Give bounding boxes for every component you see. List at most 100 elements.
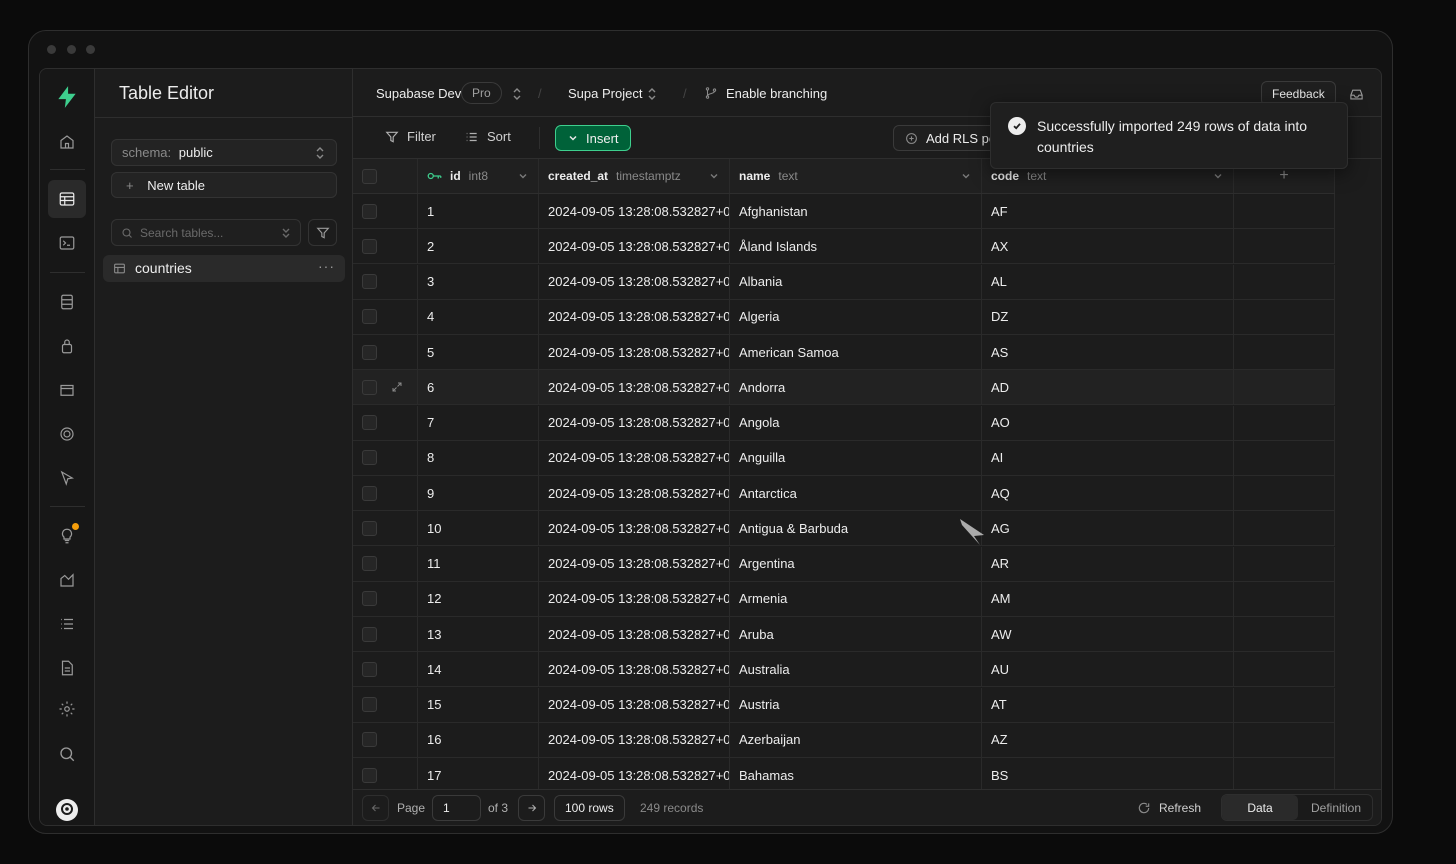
settings-gear-icon[interactable] [48,690,86,728]
sidebar-item-countries[interactable]: countries ··· [103,255,345,282]
cell-code[interactable]: AL [982,264,1234,299]
cell-code[interactable]: AU [982,652,1234,687]
cell-code[interactable]: AZ [982,722,1234,757]
cell-code[interactable]: AM [982,581,1234,616]
table-row[interactable]: 10 2024-09-05 13:28:08.532827+0 Antigua & … [353,511,1335,547]
table-row[interactable]: 3 2024-09-05 13:28:08.532827+0 Albania AL [353,264,1335,300]
chevron-down-icon[interactable] [1213,171,1223,181]
cell-name[interactable]: Albania [730,264,982,299]
cell-code[interactable]: DZ [982,299,1234,334]
storage-icon[interactable] [48,371,86,409]
cell-created-at[interactable]: 2024-09-05 13:28:08.532827+0 [539,335,730,369]
cell-name[interactable]: Armenia [730,581,982,616]
cell-created-at[interactable]: 2024-09-05 13:28:08.532827+0 [539,652,730,687]
table-editor-icon[interactable] [48,180,86,218]
refresh-button[interactable]: Refresh [1137,801,1201,815]
search-icon[interactable] [48,735,86,773]
cell-name[interactable]: Anguilla [730,440,982,475]
cell-code[interactable]: AF [982,194,1234,228]
edge-functions-icon[interactable] [48,459,86,497]
expand-row-icon[interactable] [391,381,403,393]
logs-icon[interactable] [48,605,86,643]
cell-name[interactable]: Angola [730,405,982,440]
cell-created-at[interactable]: 2024-09-05 13:28:08.532827+0 [539,229,730,264]
cell-id[interactable]: 7 [418,405,539,440]
cell-id[interactable]: 5 [418,335,539,369]
cell-name[interactable]: Argentina [730,546,982,581]
cell-id[interactable]: 3 [418,264,539,299]
cell-name[interactable]: Antigua & Barbuda [730,511,982,546]
row-checkbox[interactable] [362,344,377,360]
cell-created-at[interactable]: 2024-09-05 13:28:08.532827+0 [539,299,730,334]
select-all-checkbox[interactable] [362,168,377,184]
cell-name[interactable]: Bahamas [730,758,982,791]
cell-code[interactable]: BS [982,758,1234,791]
table-row[interactable]: 7 2024-09-05 13:28:08.532827+0 Angola AO [353,405,1335,441]
cell-id[interactable]: 9 [418,476,539,510]
inbox-icon[interactable] [1349,87,1364,102]
cell-name[interactable]: Afghanistan [730,194,982,228]
cell-id[interactable]: 13 [418,617,539,651]
cell-id[interactable]: 15 [418,687,539,722]
insert-button[interactable]: Insert [555,125,631,151]
table-row[interactable]: 12 2024-09-05 13:28:08.532827+0 Armenia AM [353,581,1335,617]
sort-button[interactable]: Sort [465,129,511,144]
cell-created-at[interactable]: 2024-09-05 13:28:08.532827+0 [539,722,730,757]
cell-created-at[interactable]: 2024-09-05 13:28:08.532827+0 [539,440,730,475]
advisor-bulb-icon[interactable] [48,517,86,555]
cell-code[interactable]: AX [982,229,1234,264]
column-header-created-at[interactable]: created_at timestamptz [539,159,730,193]
cell-name[interactable]: Austria [730,687,982,722]
cell-name[interactable]: Azerbaijan [730,722,982,757]
cell-created-at[interactable]: 2024-09-05 13:28:08.532827+0 [539,405,730,440]
row-checkbox[interactable] [362,238,377,254]
tab-data[interactable]: Data [1222,795,1298,820]
row-checkbox[interactable] [362,309,377,325]
table-row[interactable]: 16 2024-09-05 13:28:08.532827+0 Azerbaijan… [353,722,1335,758]
table-row[interactable]: 17 2024-09-05 13:28:08.532827+0 Bahamas BS [353,758,1335,791]
cell-code[interactable]: AR [982,546,1234,581]
cell-created-at[interactable]: 2024-09-05 13:28:08.532827+0 [539,511,730,546]
cell-created-at[interactable]: 2024-09-05 13:28:08.532827+0 [539,370,730,405]
cell-id[interactable]: 12 [418,581,539,616]
cell-code[interactable]: AW [982,617,1234,651]
cell-created-at[interactable]: 2024-09-05 13:28:08.532827+0 [539,546,730,581]
table-row[interactable]: 4 2024-09-05 13:28:08.532827+0 Algeria DZ [353,299,1335,335]
cell-id[interactable]: 14 [418,652,539,687]
cell-id[interactable]: 8 [418,440,539,475]
row-checkbox[interactable] [362,626,377,642]
chevron-down-icon[interactable] [518,171,528,181]
cell-name[interactable]: Aruba [730,617,982,651]
cell-code[interactable]: AI [982,440,1234,475]
docs-icon[interactable] [48,649,86,687]
search-tables-input[interactable]: Search tables... [111,219,301,246]
row-checkbox[interactable] [362,450,377,466]
column-header-id[interactable]: id int8 [418,159,539,193]
row-checkbox[interactable] [362,485,377,501]
table-row[interactable]: 8 2024-09-05 13:28:08.532827+0 Anguilla AI [353,440,1335,476]
filter-tables-button[interactable] [308,219,337,246]
cell-code[interactable]: AT [982,687,1234,722]
filter-button[interactable]: Filter [385,129,436,144]
table-row[interactable]: 14 2024-09-05 13:28:08.532827+0 Australia A… [353,652,1335,688]
table-row[interactable]: 11 2024-09-05 13:28:08.532827+0 Argentina A… [353,546,1335,582]
row-checkbox[interactable] [362,697,377,712]
more-options-icon[interactable]: ··· [318,258,335,274]
cell-code[interactable]: AQ [982,476,1234,510]
cell-created-at[interactable]: 2024-09-05 13:28:08.532827+0 [539,264,730,299]
prev-page-button[interactable] [362,795,389,821]
cell-code[interactable]: AD [982,370,1234,405]
cell-id[interactable]: 4 [418,299,539,334]
user-avatar-icon[interactable] [48,791,86,825]
row-checkbox[interactable] [362,274,377,289]
home-icon[interactable] [48,123,86,161]
rows-per-page-button[interactable]: 100 rows [554,795,625,821]
chevron-down-icon[interactable] [709,171,719,181]
chevron-updown-icon[interactable] [646,87,658,101]
row-checkbox[interactable] [362,379,377,395]
page-number-input[interactable]: 1 [432,795,481,821]
cell-created-at[interactable]: 2024-09-05 13:28:08.532827+0 [539,194,730,228]
table-row[interactable]: 2 2024-09-05 13:28:08.532827+0 Åland Islan… [353,229,1335,265]
cell-created-at[interactable]: 2024-09-05 13:28:08.532827+0 [539,758,730,791]
table-row[interactable]: 9 2024-09-05 13:28:08.532827+0 Antarctica A… [353,476,1335,511]
